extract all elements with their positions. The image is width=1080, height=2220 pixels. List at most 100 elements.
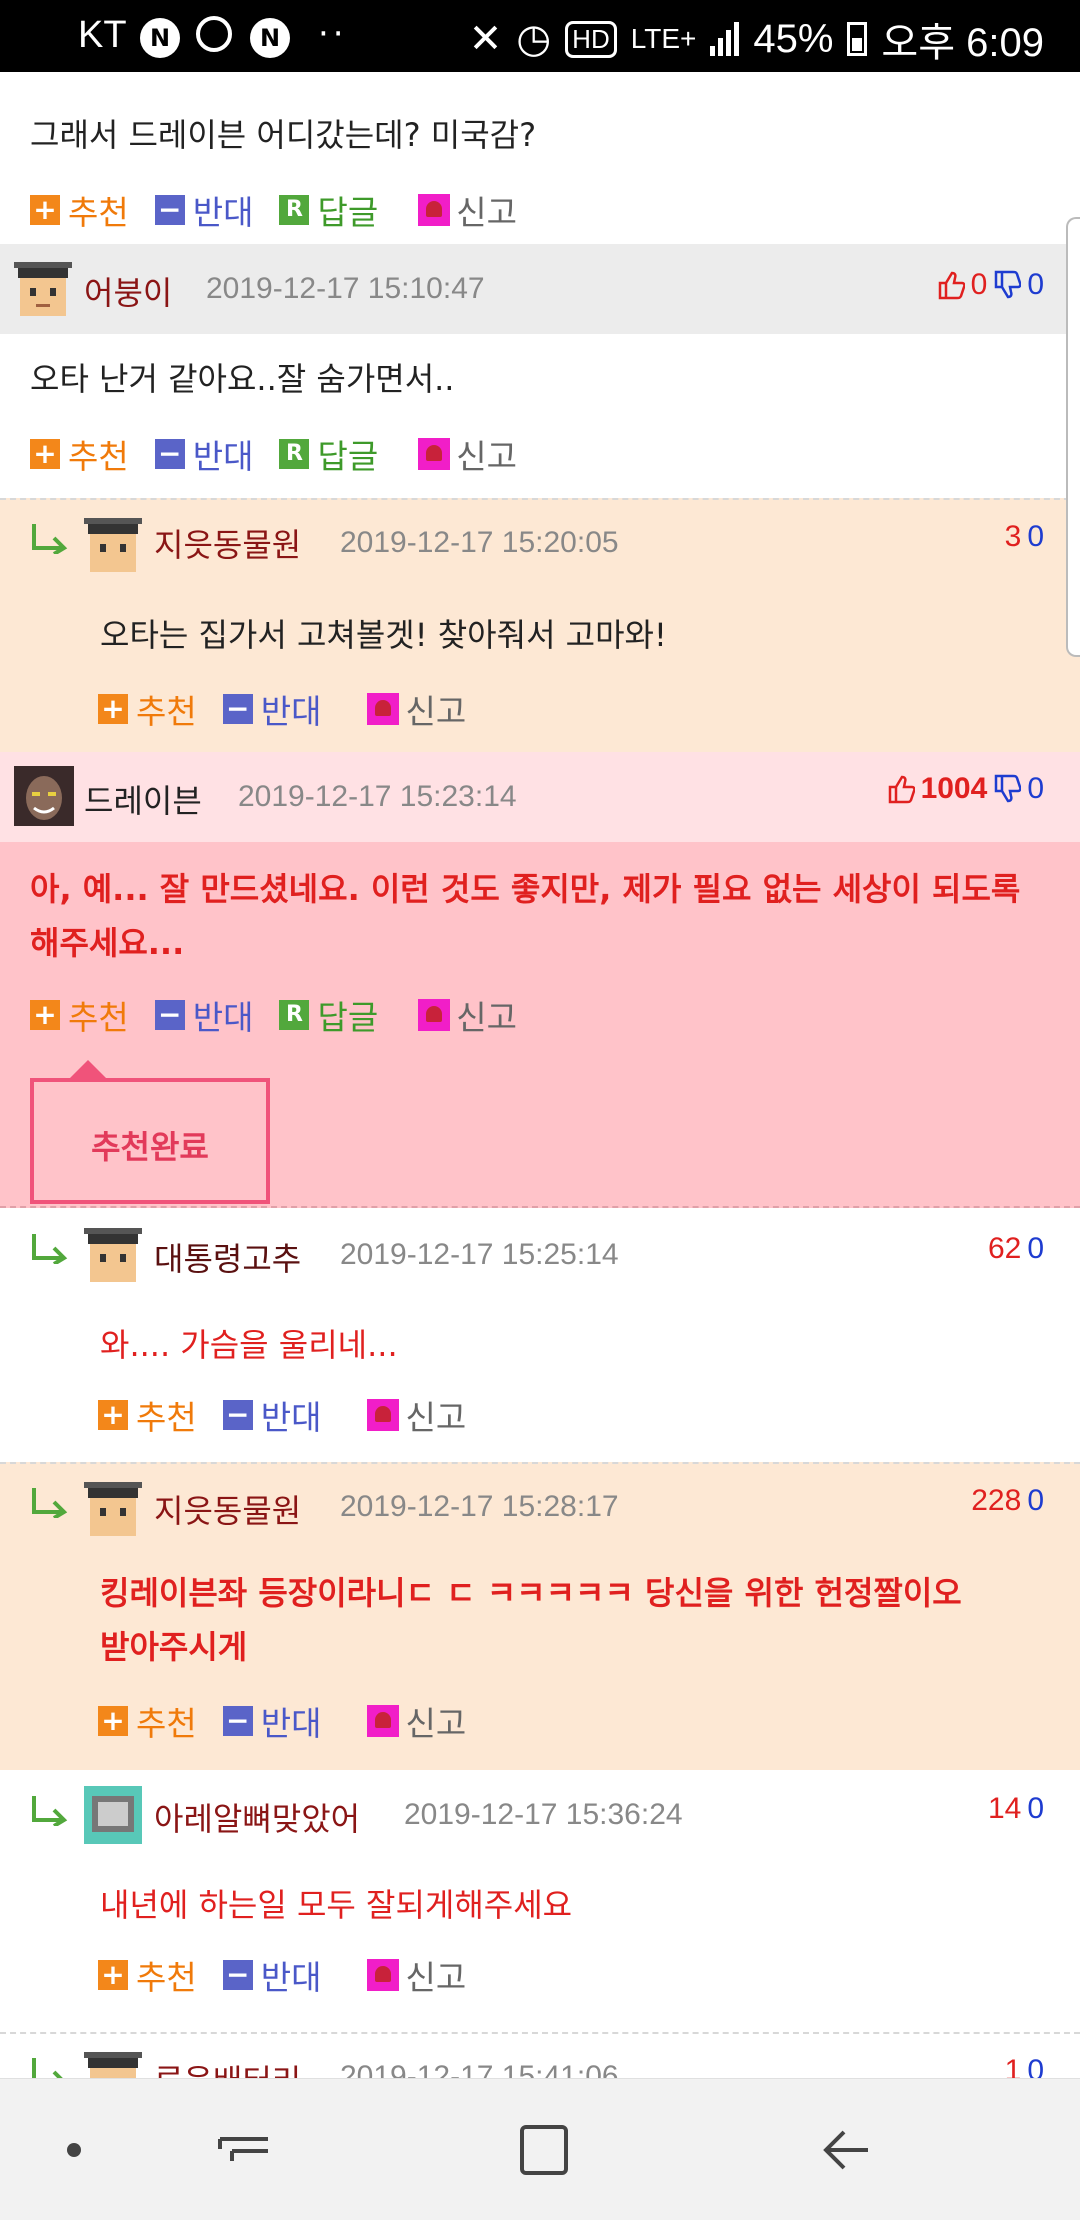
- minus-icon: −: [154, 1000, 185, 1030]
- recommend-button[interactable]: + 추천: [98, 1391, 197, 1439]
- report-button[interactable]: 신고: [418, 430, 517, 478]
- reply-button[interactable]: R 답글: [279, 430, 378, 478]
- recommend-button[interactable]: + 추천: [30, 186, 129, 234]
- oppose-label: 반대: [192, 193, 254, 232]
- recommend-label: 추천: [136, 1704, 197, 1743]
- author-name[interactable]: 대통령고추: [154, 1234, 301, 1280]
- mute-icon: ✕: [468, 17, 503, 61]
- comment-date: 2019-12-17 15:36:24: [404, 1798, 683, 1831]
- reply-item: 지읏동물원 2019-12-17 15:20:05 3 0 오타는 집가서 고쳐…: [0, 498, 1080, 752]
- oppose-button[interactable]: − 반대: [222, 685, 321, 733]
- report-label: 신고: [405, 1398, 467, 1437]
- comment-body: 와.... 가슴을 울리네...: [100, 1326, 398, 1364]
- comment-body-line2: 해주세요...: [30, 924, 185, 962]
- report-button[interactable]: 신고: [367, 685, 466, 733]
- vote-counts: 0 0: [937, 268, 1044, 302]
- oppose-button[interactable]: − 반대: [154, 186, 254, 234]
- thumbs-up-icon: [888, 775, 915, 804]
- author-name[interactable]: 지읏동물원: [154, 1486, 301, 1532]
- recommend-button[interactable]: + 추천: [30, 991, 129, 1039]
- recommend-button[interactable]: + 추천: [98, 1697, 197, 1745]
- reply-item: 대통령고추 2019-12-17 15:25:14 62 0 와.... 가슴을…: [0, 1210, 1080, 1458]
- network-label: LTE+: [630, 23, 697, 54]
- home-button-icon[interactable]: [504, 2115, 584, 2185]
- thumbs-down-icon: [995, 270, 1022, 299]
- back-arrow-icon[interactable]: [808, 2115, 888, 2185]
- oppose-button[interactable]: − 반대: [222, 1951, 321, 1999]
- report-button[interactable]: 신고: [418, 186, 517, 234]
- siren-icon: [418, 194, 451, 226]
- reply-icon: R: [279, 439, 310, 469]
- nav-dot-button[interactable]: [34, 2115, 114, 2185]
- clock: 오후 6:09: [881, 21, 1044, 65]
- carrier-label: KT: [78, 14, 127, 56]
- avatar: [84, 1228, 142, 1282]
- minus-icon: −: [222, 1960, 253, 1990]
- comment-list: 그래서 드레이븐 어디갔는데? 미국감? + 추천 − 반대 R 답글 신고 어붕이 …: [0, 72, 1080, 2078]
- author-name[interactable]: 지읏동물원: [154, 520, 301, 566]
- avatar: [84, 1482, 142, 1536]
- comment-date: 2019-12-17 15:10:47: [206, 272, 485, 305]
- comment-item-highlighted: 아, 예... 잘 만드셨네요. 이런 것도 좋지만, 제가 필요 없는 세상이…: [0, 842, 1080, 1208]
- siren-icon: [418, 999, 451, 1031]
- report-label: 신고: [405, 1958, 467, 1997]
- report-label: 신고: [456, 193, 517, 232]
- comment-actions: + 추천 − 반대 R 답글 신고: [30, 990, 543, 1040]
- reply-item: 지읏동물원 2019-12-17 15:28:17 228 0 킹레이븐좌 등장…: [0, 1462, 1080, 1770]
- reply-button[interactable]: R 답글: [279, 186, 378, 234]
- recent-apps-icon[interactable]: [204, 2115, 284, 2185]
- recommend-button[interactable]: + 추천: [30, 430, 129, 478]
- author-name[interactable]: 루음배터리: [154, 2056, 301, 2078]
- avatar: [84, 1786, 142, 1844]
- reply-button[interactable]: R 답글: [279, 991, 378, 1039]
- oppose-label: 반대: [192, 437, 254, 476]
- comment-header: 어붕이 2019-12-17 15:10:47 0 0: [0, 244, 1080, 334]
- plus-icon: +: [30, 439, 60, 469]
- comment-date: 2019-12-17 15:20:05: [340, 526, 619, 559]
- downvote-count: 0: [1027, 1792, 1044, 1825]
- oppose-button[interactable]: − 반대: [154, 991, 253, 1039]
- comment-actions: + 추천 − 반대 R 답글 신고: [30, 429, 543, 479]
- vote-counts: 228 0: [971, 1484, 1044, 1518]
- comment-date: 2019-12-17 15:23:14: [238, 780, 517, 813]
- report-button[interactable]: 신고: [367, 1391, 466, 1439]
- author-name[interactable]: 어붕이: [84, 268, 172, 314]
- hd-badge: HD: [565, 20, 617, 58]
- thumbs-up-icon: [938, 271, 965, 300]
- oppose-button[interactable]: − 반대: [222, 1697, 321, 1745]
- recommend-button[interactable]: + 추천: [98, 1951, 197, 1999]
- author-name[interactable]: 드레이븐: [84, 776, 202, 822]
- downvote-count: 0: [1027, 268, 1044, 301]
- recommend-done-label: 추천완료: [91, 1128, 209, 1166]
- comment-actions: + 추천 − 반대 R 답글 신고: [30, 185, 543, 235]
- vote-counts: 1004 0: [887, 772, 1044, 806]
- comment-date: 2019-12-17 15:41:06: [340, 2060, 619, 2078]
- scrollbar-handle[interactable]: [1066, 217, 1080, 657]
- siren-icon: [367, 693, 400, 725]
- recommend-button[interactable]: + 추천: [98, 685, 197, 733]
- battery-percent: 45%: [753, 16, 834, 61]
- naver-notification-icon-2: N: [250, 18, 290, 58]
- siren-icon: [367, 1959, 400, 1991]
- plus-icon: +: [98, 1400, 128, 1430]
- vote-counts: 3 0: [1005, 520, 1044, 554]
- reply-item: 아레알뼈맞았어 2019-12-17 15:36:24 14 0 내년에 하는일…: [0, 1772, 1080, 2024]
- recommend-label: 추천: [136, 1958, 197, 1997]
- signal-icon: [710, 22, 740, 56]
- more-notifications-icon: ··: [318, 14, 348, 54]
- report-button[interactable]: 신고: [367, 1697, 466, 1745]
- report-button[interactable]: 신고: [418, 991, 517, 1039]
- oppose-label: 반대: [260, 1398, 322, 1437]
- oppose-button[interactable]: − 반대: [154, 430, 254, 478]
- author-name[interactable]: 아레알뼈맞았어: [154, 1794, 360, 1840]
- reply-icon: R: [279, 1000, 310, 1030]
- minus-icon: −: [222, 1706, 253, 1736]
- oppose-button[interactable]: − 반대: [222, 1391, 322, 1439]
- minus-icon: −: [154, 439, 185, 469]
- system-nav-bar: [0, 2078, 1080, 2220]
- recommend-label: 추천: [136, 1398, 197, 1437]
- vote-counts: 62 0: [988, 1232, 1044, 1266]
- report-button[interactable]: 신고: [367, 1951, 466, 1999]
- upvote-count: 1004: [920, 772, 988, 805]
- reply-arrow-icon: [32, 1234, 68, 1264]
